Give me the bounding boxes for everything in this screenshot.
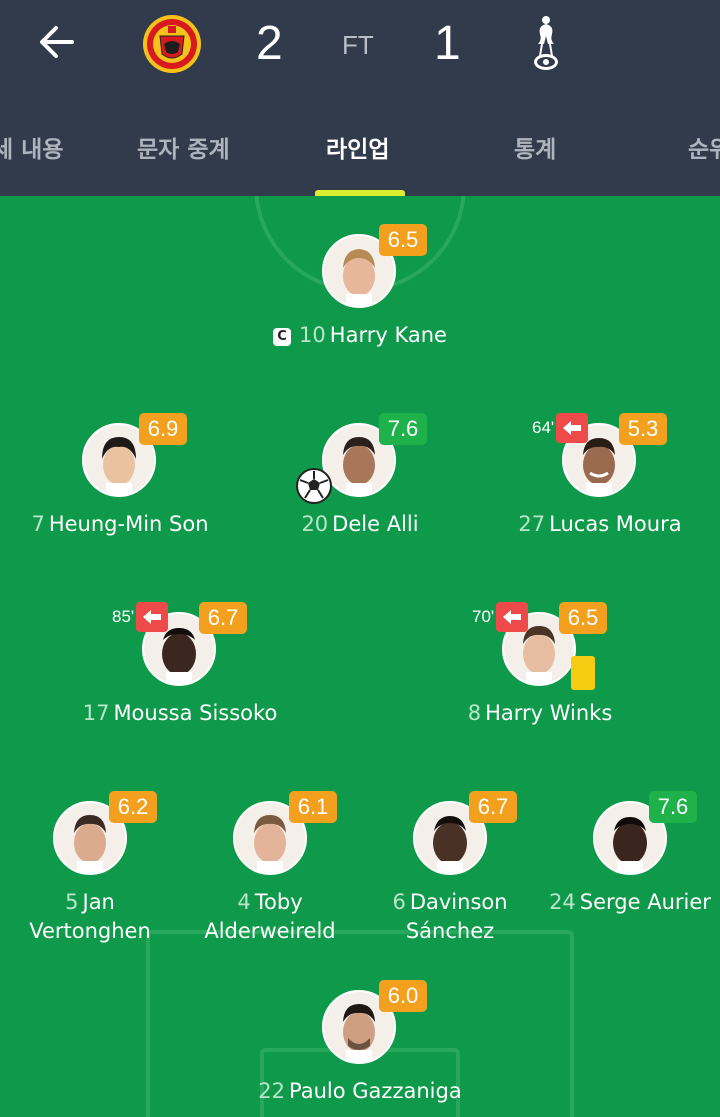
player-rating: 6.7	[199, 602, 247, 634]
player-name-line1: Jan	[82, 890, 115, 914]
tab-commentary[interactable]: 문자 중계	[137, 130, 230, 164]
player-name: Harry Winks	[485, 701, 613, 725]
player-rating: 6.5	[559, 602, 607, 634]
arrow-left-icon	[40, 26, 74, 58]
substitution-minute: 64'	[532, 418, 555, 437]
player-name-line1: Toby	[254, 890, 303, 914]
sub-off-arrow-icon	[136, 602, 169, 632]
substitution-indicator: 70'	[472, 602, 529, 632]
match-status: FT	[342, 30, 374, 60]
player-name-label: C 10 Harry Kane	[200, 321, 520, 350]
player-rating: 6.5	[379, 224, 427, 256]
player-number: 22	[258, 1079, 286, 1103]
player-number: 10	[299, 323, 326, 347]
player-name: Heung-Min Son	[48, 512, 209, 536]
player-rating: 6.1	[289, 791, 337, 823]
player-name-line2: Sánchez	[405, 919, 495, 943]
player-name-label: 7 Heung-Min Son	[0, 510, 240, 539]
goal-ball-icon	[296, 468, 332, 504]
sub-off-arrow-icon	[556, 413, 589, 443]
player-name-label: 22 Paulo Gazzaniga	[200, 1077, 520, 1106]
sub-off-arrow-icon	[496, 602, 529, 632]
back-button[interactable]	[32, 18, 80, 66]
player-name: Lucas Moura	[549, 512, 682, 536]
player-number: 6	[392, 890, 406, 914]
player-name-line1: Davinson	[409, 890, 508, 914]
player-name: Moussa Sissoko	[113, 701, 278, 725]
tab-stats[interactable]: 통계	[514, 130, 556, 164]
player-name: Dele Alli	[332, 512, 419, 536]
substitution-indicator: 64'	[532, 413, 589, 443]
player-name-label: 5 Jan Vertonghen	[0, 888, 180, 946]
player-number: 4	[237, 890, 251, 914]
substitution-indicator: 85'	[112, 602, 169, 632]
player-name-label: 8 Harry Winks	[400, 699, 680, 728]
home-team-crest-icon[interactable]	[142, 14, 202, 74]
away-score: 1	[434, 17, 461, 70]
player-name-label: 4 Toby Alderweireld	[180, 888, 360, 946]
captain-badge-icon: C	[273, 328, 292, 346]
player-name: Paulo Gazzaniga	[289, 1079, 462, 1103]
player-number: 5	[65, 890, 79, 914]
player-name-label: 24 Serge Aurier	[540, 888, 720, 917]
player-rating: 6.2	[109, 791, 157, 823]
player-number: 7	[31, 512, 45, 536]
player-name-label: 17 Moussa Sissoko	[40, 699, 320, 728]
player-name-line2: Vertonghen	[29, 919, 151, 943]
player-rating: 5.3	[619, 413, 667, 445]
player-number: 24	[549, 890, 576, 914]
home-score: 2	[256, 17, 283, 70]
tab-lineup[interactable]: 라인업	[326, 130, 389, 164]
player-rating: 6.7	[469, 791, 517, 823]
player-name-line2: Alderweireld	[204, 919, 336, 943]
player-number: 17	[82, 701, 110, 725]
player-rating: 6.0	[379, 980, 427, 1012]
player-number: 8	[467, 701, 482, 725]
yellow-card-icon	[571, 656, 595, 690]
substitution-minute: 85'	[112, 607, 135, 626]
match-header: 2 FT 1 세 내용 문자 중계 라인업 통계 순위	[0, 0, 720, 196]
player-number: 27	[518, 512, 546, 536]
player-rating: 7.6	[649, 791, 697, 823]
player-rating: 6.9	[139, 413, 187, 445]
player-name: Harry Kane	[329, 323, 447, 347]
tab-standings[interactable]: 순위	[688, 130, 720, 164]
player-number: 20	[301, 512, 329, 536]
away-team-crest-icon[interactable]	[522, 14, 570, 76]
player-name: Serge Aurier	[579, 890, 711, 914]
player-name-label: 27 Lucas Moura	[480, 510, 720, 539]
tab-summary[interactable]: 세 내용	[0, 130, 64, 164]
substitution-minute: 70'	[472, 607, 495, 626]
player-rating: 7.6	[379, 413, 427, 445]
player-name-label: 6 Davinson Sánchez	[360, 888, 540, 946]
player-name-label: 20 Dele Alli	[240, 510, 480, 539]
